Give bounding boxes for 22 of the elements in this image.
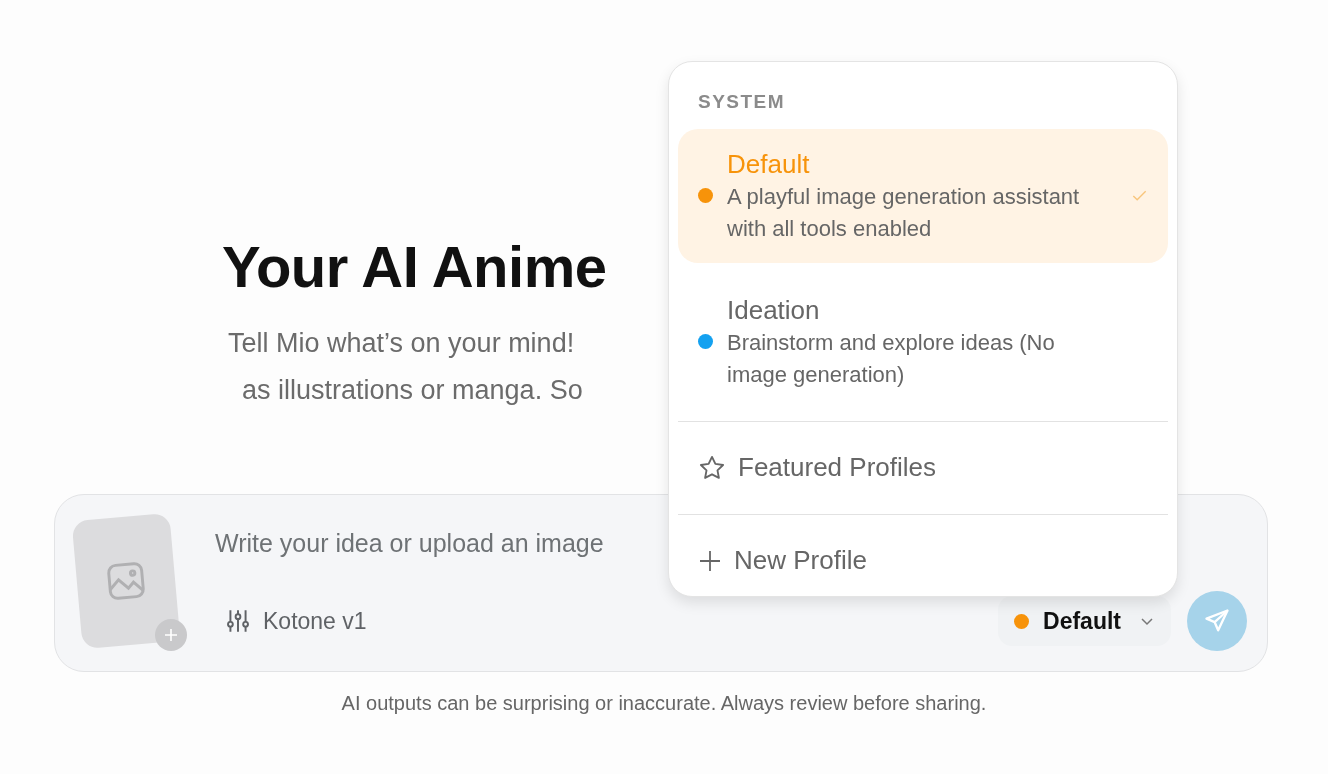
section-label: SYSTEM xyxy=(697,90,787,114)
model-selector[interactable]: Kotone v1 xyxy=(215,603,367,639)
profile-description: A playful image generation assistant with all tools enabled xyxy=(727,182,1081,243)
plus-icon xyxy=(163,627,179,643)
subtitle-text: Tell Mio what’s on your mind! xyxy=(228,327,575,360)
headline: Your AI Anime xyxy=(222,238,608,296)
send-button[interactable] xyxy=(1187,591,1247,651)
add-image-button[interactable] xyxy=(155,619,187,651)
profile-option[interactable]: Ideation Brainstorm and explore ideas (No image generation) xyxy=(678,274,1168,409)
sliders-icon xyxy=(225,608,251,634)
menu-action[interactable]: New Profile xyxy=(678,513,1168,607)
plus-icon xyxy=(698,548,722,573)
menu-action[interactable]: Featured Profiles xyxy=(678,420,1168,514)
disclaimer-text: AI outputs can be surprising or inaccurate. Always review before sharing. xyxy=(341,692,987,714)
star-icon xyxy=(698,453,726,482)
prompt-input[interactable]: Write your idea or upload an image xyxy=(215,525,675,563)
profile-option[interactable]: Default A playful image generation assistant with all tools enabled xyxy=(678,128,1168,263)
profile-description: Brainstorm and explore ideas (No image generation) xyxy=(727,328,1056,389)
profile-name: Ideation xyxy=(727,293,821,327)
profile-selector[interactable]: Default xyxy=(998,595,1171,647)
profile-name: Default xyxy=(727,147,811,181)
subtitle-text: as illustrations or manga. So xyxy=(242,374,583,407)
